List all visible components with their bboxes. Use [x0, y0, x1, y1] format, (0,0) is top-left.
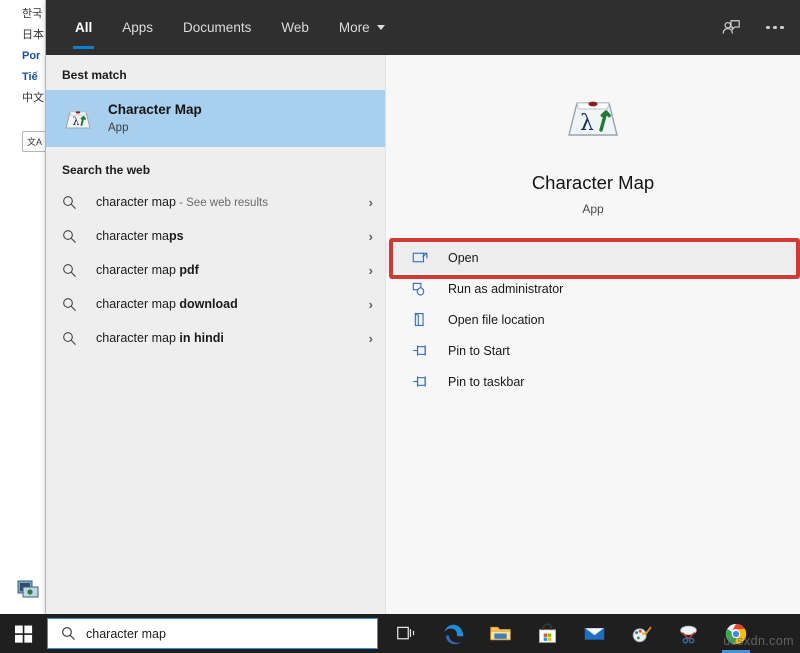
- dot: [780, 26, 784, 30]
- action-row-pin-to-taskbar[interactable]: Pin to taskbar: [386, 366, 800, 397]
- paint-icon[interactable]: [629, 621, 654, 646]
- character-map-app-icon: λ: [62, 103, 94, 135]
- search-tabbar: All Apps Documents Web More: [46, 0, 800, 55]
- translate-button[interactable]: 文A: [22, 131, 46, 152]
- screen: 한국 日本 Por Tiế 中文 文A All Apps: [0, 0, 800, 653]
- best-match-title: Character Map: [108, 101, 202, 118]
- tabbar-actions: [720, 0, 786, 55]
- background-language-list: 한국 日本 Por Tiế 中文: [0, 4, 46, 109]
- chevron-right-icon: ›: [369, 297, 373, 312]
- watermark-text: ussxdn.com: [723, 634, 794, 648]
- web-suggestion-label: character map download: [96, 297, 369, 311]
- tab-label: Apps: [122, 20, 153, 35]
- shield-admin-icon: [412, 280, 432, 297]
- search-icon: [62, 229, 82, 244]
- search-icon: [62, 331, 82, 346]
- open-window-icon: [412, 249, 432, 266]
- app-actions-list: Open Run as administrator Open file locati…: [386, 242, 800, 397]
- tab-more[interactable]: More: [324, 0, 400, 55]
- search-icon: [62, 195, 82, 210]
- best-match-heading: Best match: [46, 55, 385, 90]
- tab-web[interactable]: Web: [266, 0, 324, 55]
- search-flyout: All Apps Documents Web More: [46, 0, 800, 614]
- feedback-person-icon[interactable]: [720, 17, 742, 39]
- tab-label: More: [339, 20, 370, 35]
- bg-language-item: 한국: [22, 4, 46, 25]
- app-hero: λ Character Map App: [386, 55, 800, 216]
- best-match-text: Character Map App: [108, 101, 202, 136]
- action-row-open-file-location[interactable]: Open file location: [386, 304, 800, 335]
- action-label: Open: [448, 251, 479, 265]
- web-suggestion-label: character maps: [96, 229, 369, 243]
- more-options-icon[interactable]: [764, 17, 786, 39]
- mail-icon[interactable]: [582, 621, 607, 646]
- web-suggestion-row[interactable]: character map pdf›: [46, 253, 385, 287]
- dot: [766, 26, 770, 30]
- windows-taskbar: character map: [0, 614, 800, 653]
- best-match-result-character-map[interactable]: λ Character Map App: [46, 90, 385, 147]
- windows-start-icon[interactable]: [8, 614, 40, 653]
- web-suggestion-row[interactable]: character map - See web results›: [46, 185, 385, 219]
- svg-text:λ: λ: [580, 111, 594, 136]
- action-label: Pin to taskbar: [448, 375, 524, 389]
- tab-documents[interactable]: Documents: [168, 0, 266, 55]
- tab-apps[interactable]: Apps: [107, 0, 168, 55]
- background-browser-page: 한국 日本 Por Tiế 中文 文A: [0, 0, 46, 614]
- action-label: Run as administrator: [448, 282, 563, 296]
- bg-language-item: 日本: [22, 25, 46, 46]
- task-view-icon[interactable]: [394, 621, 419, 646]
- pin-icon: [412, 373, 432, 390]
- search-results-list: Best match λ Character Map App Searc: [46, 55, 385, 614]
- chevron-right-icon: ›: [369, 263, 373, 278]
- search-icon: [61, 626, 76, 641]
- search-icon: [62, 263, 82, 278]
- microsoft-edge-icon[interactable]: [441, 621, 466, 646]
- chevron-right-icon: ›: [369, 331, 373, 346]
- taskbar-search-box[interactable]: character map: [47, 618, 378, 649]
- search-input-value[interactable]: character map: [86, 627, 166, 641]
- web-suggestion-row[interactable]: character map in hindi›: [46, 321, 385, 355]
- action-row-open[interactable]: Open: [386, 242, 800, 273]
- preview-app-name: Character Map: [386, 171, 800, 195]
- bg-language-item: Tiế: [22, 67, 46, 88]
- preview-app-type: App: [386, 202, 800, 216]
- media-player-icon: [17, 578, 39, 600]
- character-map-app-icon: λ: [561, 85, 625, 149]
- snipping-tool-icon[interactable]: [676, 621, 701, 646]
- web-suggestion-row[interactable]: character maps›: [46, 219, 385, 253]
- dot: [773, 26, 777, 30]
- web-suggestions-list: character map - See web results›characte…: [46, 185, 385, 355]
- web-suggestion-row[interactable]: character map download›: [46, 287, 385, 321]
- tab-label: Web: [281, 20, 309, 35]
- tab-all[interactable]: All: [60, 0, 107, 55]
- web-suggestion-label: character map in hindi: [96, 331, 369, 345]
- pin-icon: [412, 342, 432, 359]
- web-suggestion-label: character map pdf: [96, 263, 369, 277]
- chevron-down-icon: [377, 25, 385, 30]
- action-label: Open file location: [448, 313, 545, 327]
- tab-label: Documents: [183, 20, 251, 35]
- tab-label: All: [75, 20, 92, 35]
- action-row-pin-to-start[interactable]: Pin to Start: [386, 335, 800, 366]
- folder-open-icon: [412, 311, 432, 328]
- bg-language-item: 中文: [22, 88, 46, 109]
- search-icon: [62, 297, 82, 312]
- action-row-run-as-administrator[interactable]: Run as administrator: [386, 273, 800, 304]
- action-label: Pin to Start: [448, 344, 510, 358]
- file-explorer-icon[interactable]: [488, 621, 513, 646]
- microsoft-store-icon[interactable]: [535, 621, 560, 646]
- web-suggestion-label: character map - See web results: [96, 195, 369, 209]
- chevron-right-icon: ›: [369, 195, 373, 210]
- taskbar-tray: [388, 614, 748, 653]
- search-tabs: All Apps Documents Web More: [60, 0, 400, 55]
- chevron-right-icon: ›: [369, 229, 373, 244]
- svg-text:λ: λ: [73, 115, 80, 128]
- search-the-web-heading: Search the web: [46, 147, 385, 185]
- bg-language-item: Por: [22, 46, 46, 67]
- app-preview-panel: λ Character Map App Open Run as administr…: [385, 55, 800, 614]
- best-match-subtitle: App: [108, 120, 202, 136]
